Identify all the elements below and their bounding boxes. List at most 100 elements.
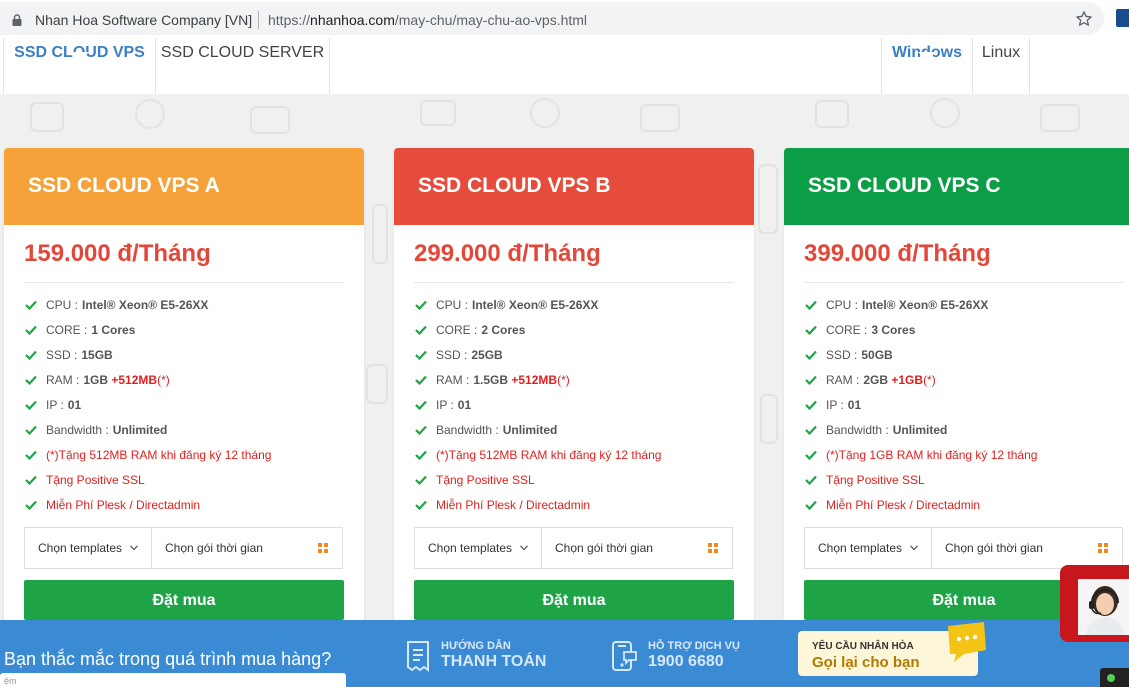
feature-value: 2GB	[863, 372, 889, 387]
template-select[interactable]: Chọn templates	[24, 527, 152, 569]
support-phone[interactable]: 1900 6680	[648, 653, 724, 671]
feature-label: CPU :	[436, 297, 469, 312]
tab-ssd-cloud-vps[interactable]: SSD CLOUD VPS	[4, 38, 155, 94]
feature-value: 50GB	[861, 347, 893, 362]
template-select[interactable]: Chọn templates	[414, 527, 542, 569]
check-icon	[415, 475, 427, 485]
check-icon	[415, 400, 427, 410]
pattern-shape	[135, 99, 165, 129]
feature-value: Intel® Xeon® E5-26XX	[862, 297, 989, 312]
url-text[interactable]: https://nhanhoa.com/may-chu/may-chu-ao-v…	[268, 12, 587, 28]
feature-ram: RAM :2GB +1GB (*)	[804, 367, 1124, 392]
help-question: Bạn thắc mắc trong quá trình mua hàng?	[4, 649, 332, 669]
feature-value: 2 Cores	[481, 322, 526, 337]
feature-value: Intel® Xeon® E5-26XX	[82, 297, 209, 312]
check-icon	[805, 425, 817, 435]
feature-label: IP :	[46, 397, 64, 412]
check-icon	[805, 475, 817, 485]
feature-value: 1 Cores	[91, 322, 136, 337]
promo-text: Tặng Positive SSL	[46, 472, 145, 487]
feature-value: 01	[67, 397, 82, 412]
feature-label: SSD :	[826, 347, 858, 362]
buy-button[interactable]: Đặt mua	[24, 580, 344, 620]
feature-label: SSD :	[46, 347, 78, 362]
ram-bonus: +512MB	[111, 372, 158, 387]
check-icon	[25, 475, 37, 485]
feature-label: IP :	[436, 397, 454, 412]
feature-bandwidth: Bandwidth : Unlimited	[24, 417, 344, 442]
feature-promo-panel: Miễn Phí Plesk / Directadmin	[414, 492, 734, 517]
check-icon	[805, 325, 817, 335]
template-select[interactable]: Chọn templates	[804, 527, 932, 569]
plan-card-c: SSD CLOUD VPS C 399.000 đ/Tháng CPU : Int…	[784, 148, 1129, 628]
feature-label: CPU :	[826, 297, 859, 312]
pattern-shape	[1040, 104, 1080, 132]
support-small-label[interactable]: HỖ TRỢ DỊCH VỤ	[648, 640, 740, 652]
bookmark-star-icon[interactable]	[1075, 10, 1093, 28]
feature-bandwidth: Bandwidth : Unlimited	[804, 417, 1124, 442]
pattern-shape	[758, 164, 778, 234]
period-select[interactable]: Chọn gói thời gian	[151, 527, 343, 569]
tab-ssd-cloud-server[interactable]: SSD CLOUD SERVER	[156, 38, 329, 94]
address-separator	[258, 11, 259, 29]
period-select[interactable]: Chọn gói thời gian	[931, 527, 1123, 569]
feature-cpu: CPU : Intel® Xeon® E5-26XX	[804, 292, 1124, 317]
feature-value: 1GB	[83, 372, 109, 387]
feature-label: RAM :	[826, 372, 860, 387]
promo-text: Miễn Phí Plesk / Directadmin	[826, 497, 981, 512]
guide-big-label[interactable]: THANH TOÁN	[441, 653, 546, 671]
check-icon	[415, 350, 427, 360]
pattern-shape	[250, 106, 290, 134]
feature-value: 1.5GB	[473, 372, 509, 387]
guide-small-label[interactable]: HƯỚNG DẪN	[441, 640, 511, 652]
ram-bonus: +512MB	[511, 372, 558, 387]
promo-text: (*)Tặng 512MB RAM khi đăng ký 12 tháng	[46, 447, 272, 462]
chat-input[interactable]: ệm	[0, 673, 346, 687]
feature-label: CORE :	[46, 322, 88, 337]
plan-price: 399.000 đ/Tháng	[804, 225, 1124, 283]
select-value: Chọn gói thời gian	[165, 541, 263, 555]
feature-promo-ram: (*)Tặng 512MB RAM khi đăng ký 12 tháng	[414, 442, 734, 467]
select-value: Chọn templates	[818, 541, 903, 555]
check-icon	[415, 500, 427, 510]
check-icon	[415, 450, 427, 460]
url-host: nhanhoa.com	[310, 12, 395, 28]
promo-text: (*)Tặng 512MB RAM khi đăng ký 12 tháng	[436, 447, 662, 462]
active-tab-indicator	[918, 52, 936, 61]
period-select[interactable]: Chọn gói thời gian	[541, 527, 733, 569]
pattern-shape	[640, 104, 680, 132]
plan-card-header: SSD CLOUD VPS A	[4, 148, 364, 225]
pattern-shape	[366, 364, 388, 404]
tab-linux[interactable]: Linux	[973, 38, 1029, 94]
select-value: Chọn templates	[428, 541, 513, 555]
check-icon	[805, 500, 817, 510]
site-identity[interactable]: Nhan Hoa Software Company [VN]	[35, 12, 252, 28]
check-icon	[805, 300, 817, 310]
pattern-shape	[815, 100, 849, 128]
feature-value: Unlimited	[112, 422, 168, 437]
feature-label: Bandwidth :	[46, 422, 109, 437]
plan-price: 299.000 đ/Tháng	[414, 225, 734, 283]
check-icon	[25, 375, 37, 385]
feature-label: Bandwidth :	[436, 422, 499, 437]
lock-icon[interactable]	[12, 14, 22, 26]
url-path: /may-chu/may-chu-ao-vps.html	[394, 12, 588, 28]
check-icon	[25, 500, 37, 510]
feature-ssd: SSD :25GB	[414, 342, 734, 367]
chat-bubble-icon[interactable]	[944, 622, 988, 662]
buy-button[interactable]: Đặt mua	[414, 580, 734, 620]
extension-icon[interactable]	[1116, 9, 1129, 27]
feature-promo-ssl: Tặng Positive SSL	[804, 467, 1124, 492]
feature-label: IP :	[826, 397, 844, 412]
chevron-down-icon	[130, 545, 138, 551]
feature-promo-panel: Miễn Phí Plesk / Directadmin	[804, 492, 1124, 517]
feature-cpu: CPU : Intel® Xeon® E5-26XX	[24, 292, 344, 317]
tab-windows[interactable]: Windows	[882, 38, 972, 94]
support-agent-avatar[interactable]	[1078, 579, 1129, 635]
feature-ip: IP :01	[414, 392, 734, 417]
check-icon	[25, 350, 37, 360]
omnibox[interactable]: Nhan Hoa Software Company [VN] https://n…	[0, 2, 1104, 35]
grid-icon	[708, 543, 718, 553]
pattern-shape	[30, 102, 64, 132]
ram-note: (*)	[557, 372, 570, 387]
